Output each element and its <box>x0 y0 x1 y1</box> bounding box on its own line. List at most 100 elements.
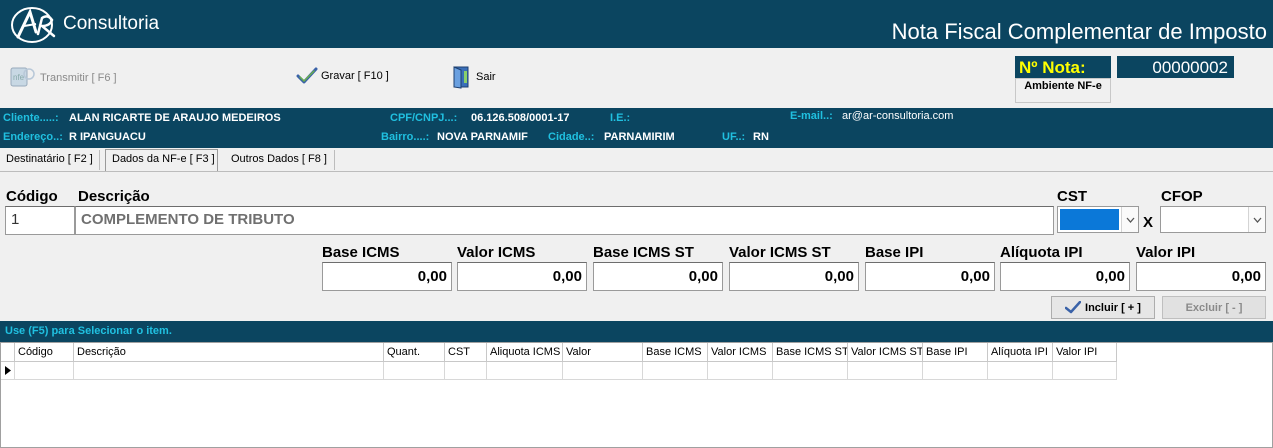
email-label: E-mail..: <box>790 110 833 122</box>
table-row[interactable] <box>1 362 1117 380</box>
base-icms-label: Base ICMS <box>322 244 400 261</box>
bairro-label: Bairro....: <box>381 131 430 143</box>
incluir-label: Incluir [ + ] <box>1085 301 1141 314</box>
client-info-band: Cliente.....: ALAN RICARTE DE ARAUJO MED… <box>0 108 1273 148</box>
save-button[interactable]: Gravar [ F10 ] <box>296 67 389 85</box>
cst-select[interactable] <box>1057 206 1139 233</box>
nota-number-label: Nº Nota: <box>1015 56 1111 78</box>
excluir-label: Excluir [ - ] <box>1185 301 1243 314</box>
table-cell[interactable] <box>773 362 848 380</box>
page-title: Nota Fiscal Complementar de Imposto <box>891 19 1267 44</box>
table-cell[interactable] <box>1053 362 1117 380</box>
cliente-label: Cliente.....: <box>3 112 59 124</box>
chevron-down-icon <box>1126 217 1134 223</box>
chevron-down-icon <box>1253 217 1261 223</box>
table-cell[interactable] <box>74 362 384 380</box>
endereco-value: R IPANGUACU <box>69 131 146 143</box>
checkmark-icon <box>1065 301 1082 314</box>
tab-bar: Destinatário [ F2 ] Dados da NF-e [ F3 ]… <box>0 148 1273 172</box>
col-header-base-icms-st[interactable]: Base ICMS ST <box>773 343 848 362</box>
col-header-base-icms[interactable]: Base ICMS <box>643 343 708 362</box>
table-cell[interactable] <box>384 362 445 380</box>
cidade-value: PARNAMIRIM <box>604 131 675 143</box>
cliente-value: ALAN RICARTE DE ARAUJO MEDEIROS <box>69 112 281 124</box>
grid-indicator-header <box>1 343 15 362</box>
cst-dropdown-arrow[interactable] <box>1121 207 1138 232</box>
valor-icms-st-label: Valor ICMS ST <box>729 244 831 261</box>
cpf-cnpj-value: 06.126.508/0001-17 <box>471 112 570 124</box>
table-cell[interactable] <box>643 362 708 380</box>
tab-dados-nfe[interactable]: Dados da NF-e [ F3 ] <box>105 149 218 171</box>
table-cell[interactable] <box>923 362 988 380</box>
col-header-valor-icms[interactable]: Valor ICMS <box>708 343 773 362</box>
grid-hint-bar: Use (F5) para Selecionar o item. <box>0 321 1273 342</box>
cfop-label: CFOP <box>1161 188 1203 205</box>
descricao-field[interactable]: COMPLEMENTO DE TRIBUTO <box>75 206 1054 235</box>
ie-label: I.E.: <box>610 112 631 124</box>
items-grid[interactable]: Código Descrição Quant. CST Aliquota ICM… <box>0 342 1273 448</box>
save-label: Gravar [ F10 ] <box>321 70 389 82</box>
table-cell[interactable] <box>988 362 1053 380</box>
bairro-value: NOVA PARNAMIF <box>437 131 528 143</box>
ar-logo-icon <box>11 7 56 43</box>
excluir-button[interactable]: Excluir [ - ] <box>1162 296 1266 319</box>
endereco-label: Endereço..: <box>3 131 63 143</box>
col-header-quant[interactable]: Quant. <box>384 343 445 362</box>
valor-icms-label: Valor ICMS <box>457 244 536 261</box>
base-icms-st-field[interactable]: 0,00 <box>593 262 723 291</box>
base-icms-st-label: Base ICMS ST <box>593 244 694 261</box>
aliquota-ipi-field[interactable]: 0,00 <box>1000 262 1130 291</box>
valor-icms-st-field[interactable]: 0,00 <box>729 262 859 291</box>
exit-button[interactable]: Sair <box>451 65 496 89</box>
valor-icms-field[interactable]: 0,00 <box>457 262 587 291</box>
col-header-codigo[interactable]: Código <box>15 343 74 362</box>
cst-selected-highlight <box>1060 209 1119 230</box>
logo-text: Consultoria <box>63 13 160 34</box>
col-header-valor-icms-st[interactable]: Valor ICMS ST <box>848 343 923 362</box>
base-ipi-field[interactable]: 0,00 <box>865 262 995 291</box>
valor-ipi-label: Valor IPI <box>1136 244 1196 261</box>
cidade-label: Cidade..: <box>548 131 595 143</box>
x-separator: X <box>1143 214 1154 231</box>
cfop-dropdown-arrow[interactable] <box>1248 207 1265 232</box>
base-icms-field[interactable]: 0,00 <box>322 262 452 291</box>
col-header-descricao[interactable]: Descrição <box>74 343 384 362</box>
col-header-valor-ipi[interactable]: Valor IPI <box>1053 343 1117 362</box>
nfe-transmit-icon: nfe <box>10 67 35 87</box>
codigo-field[interactable]: 1 <box>5 206 75 235</box>
table-cell[interactable] <box>563 362 643 380</box>
email-value: ar@ar-consultoria.com <box>842 110 954 122</box>
ambiente-nfe-box: Ambiente NF-e <box>1015 78 1111 103</box>
tab-outros-dados[interactable]: Outros Dados [ F8 ] <box>225 150 335 170</box>
app-header: Consultoria Nota Fiscal Complementar de … <box>0 0 1273 48</box>
col-header-valor[interactable]: Valor <box>563 343 643 362</box>
table-cell[interactable] <box>15 362 74 380</box>
transmit-label: Transmitir [ F6 ] <box>40 72 117 84</box>
table-cell[interactable] <box>848 362 923 380</box>
aliquota-ipi-label: Alíquota IPI <box>1000 244 1083 261</box>
incluir-button[interactable]: Incluir [ + ] <box>1051 296 1155 319</box>
table-cell[interactable] <box>445 362 487 380</box>
descricao-label: Descrição <box>78 188 150 205</box>
row-indicator <box>1 362 15 380</box>
col-header-base-ipi[interactable]: Base IPI <box>923 343 988 362</box>
col-header-aliquota-icms[interactable]: Aliquota ICMS <box>487 343 563 362</box>
cst-label: CST <box>1057 188 1087 205</box>
exit-label: Sair <box>476 71 496 83</box>
table-cell[interactable] <box>708 362 773 380</box>
checkmark-icon <box>296 67 318 84</box>
table-cell[interactable] <box>487 362 563 380</box>
grid-header-row: Código Descrição Quant. CST Aliquota ICM… <box>1 343 1117 362</box>
col-header-aliquota-ipi[interactable]: Alíquota IPI <box>988 343 1053 362</box>
valor-ipi-field[interactable]: 0,00 <box>1136 262 1266 291</box>
svg-text:nfe: nfe <box>13 73 25 82</box>
cpf-cnpj-label: CPF/CNPJ...: <box>390 112 458 124</box>
col-header-cst[interactable]: CST <box>445 343 487 362</box>
nota-number-value: 00000002 <box>1117 56 1234 78</box>
codigo-label: Código <box>6 188 58 205</box>
exit-door-icon <box>453 66 469 89</box>
base-ipi-label: Base IPI <box>865 244 924 261</box>
transmit-button[interactable]: nfe Transmitir [ F6 ] <box>9 65 117 91</box>
cfop-select[interactable] <box>1160 206 1266 233</box>
tab-destinatario[interactable]: Destinatário [ F2 ] <box>0 150 100 170</box>
